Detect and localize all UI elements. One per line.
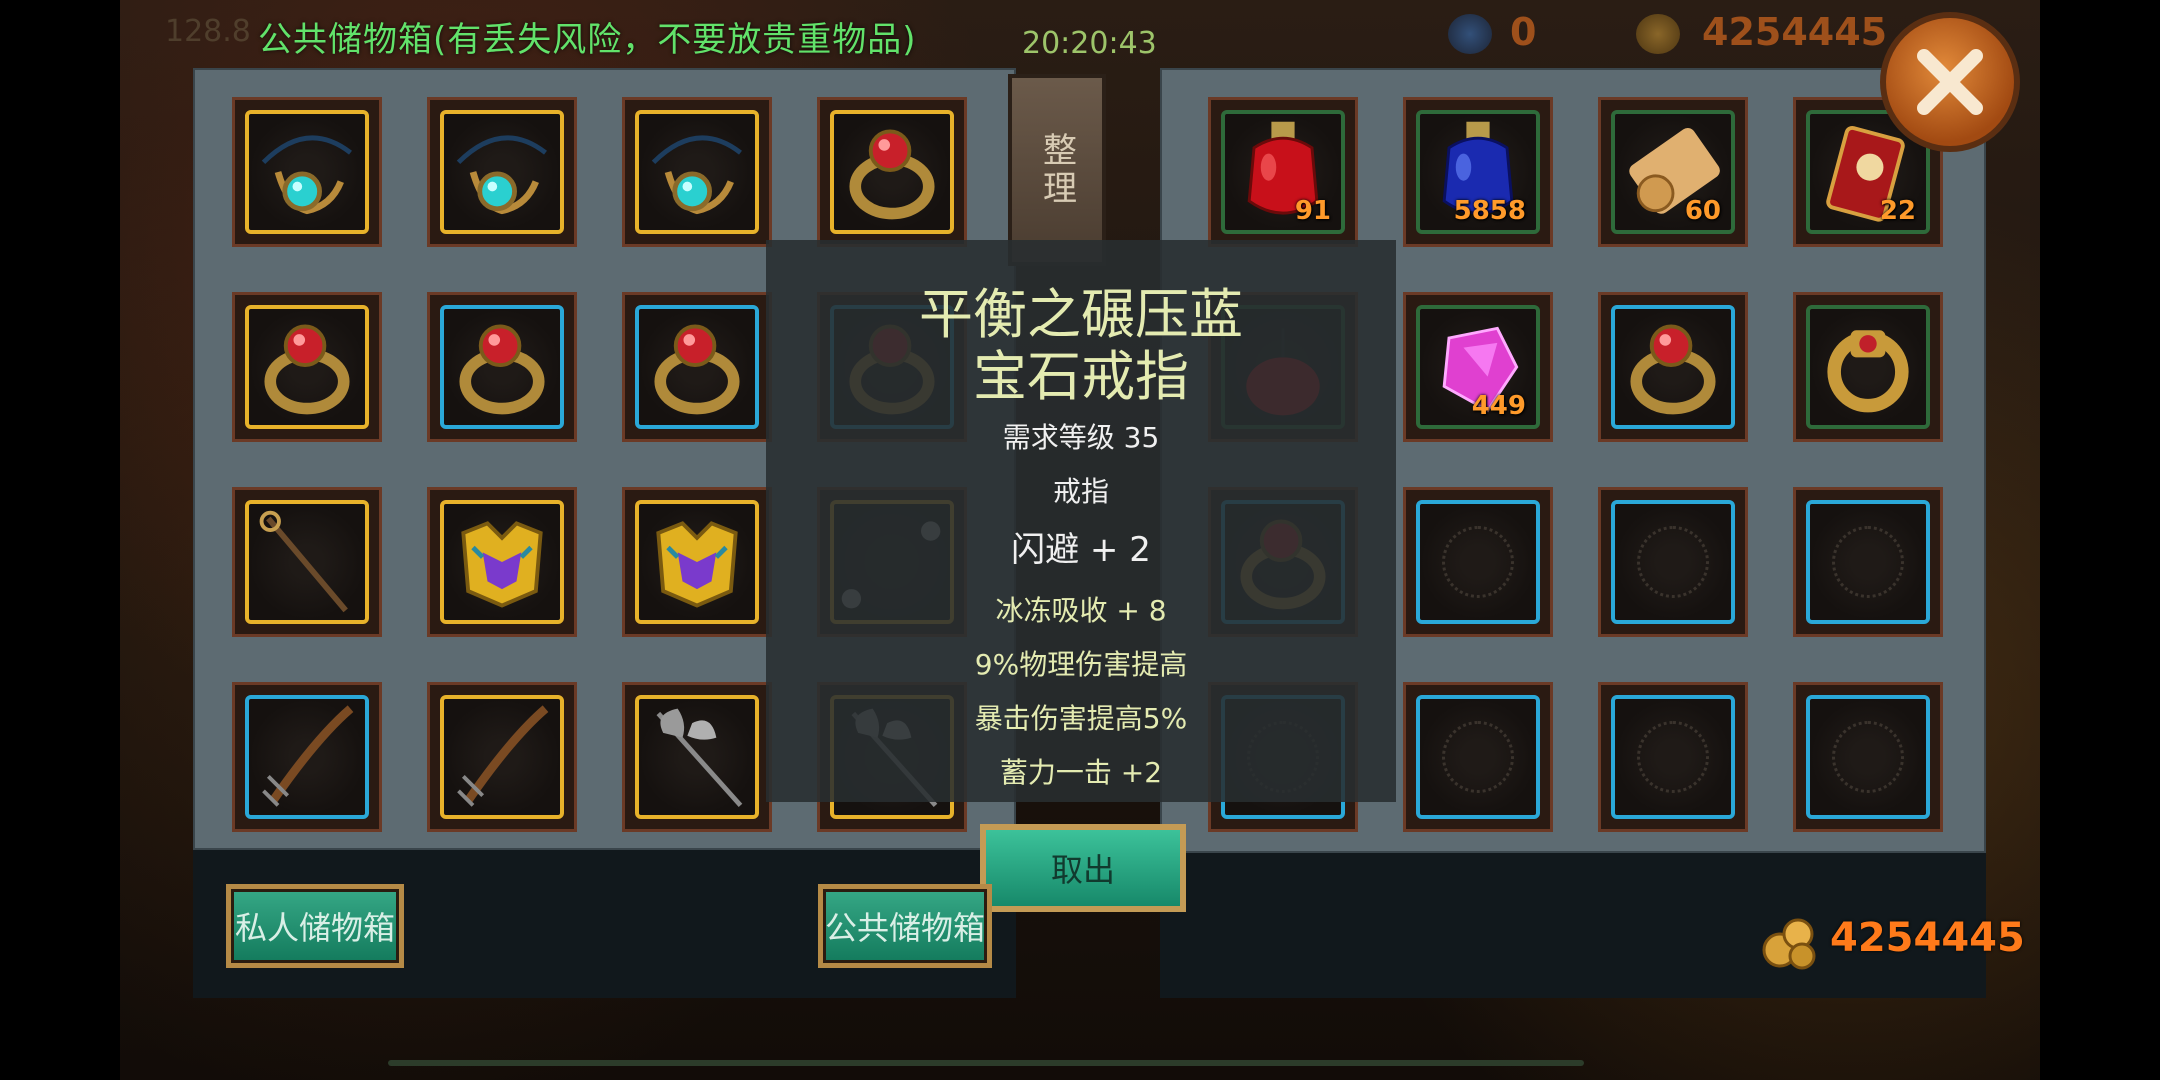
tooltip-main-stat: 闪避 + 2 — [1011, 530, 1151, 570]
storage-slot[interactable] — [427, 682, 577, 832]
item-count: 91 — [1294, 196, 1331, 226]
storage-slot[interactable] — [622, 97, 772, 247]
gem-count: 0 — [1510, 10, 1537, 54]
item-count: 60 — [1684, 196, 1721, 226]
tooltip-stat: 蓄力一击 +2 — [999, 756, 1163, 789]
armor-icon — [656, 521, 738, 608]
ring-icon — [849, 129, 935, 220]
tooltip-type: 戒指 — [1052, 475, 1109, 508]
tooltip-title-line1: 平衡之碾压蓝 — [919, 283, 1243, 346]
ring-icon — [264, 324, 350, 415]
tooltip-title-line2: 宝石戒指 — [973, 345, 1189, 408]
clock: 20:20:43 — [1022, 26, 1157, 61]
take-out-button[interactable]: 取出 — [980, 824, 1186, 912]
staff-icon — [259, 510, 348, 613]
amulet-icon — [456, 135, 547, 215]
bag-slot-empty[interactable] — [1793, 682, 1943, 832]
bag-slot[interactable] — [1793, 292, 1943, 442]
amulet-icon — [261, 135, 352, 215]
bag-slot[interactable]: 60 — [1598, 97, 1748, 247]
ring-icon — [1630, 324, 1716, 415]
axe-icon — [656, 708, 743, 807]
bag-slot-empty[interactable] — [1403, 682, 1553, 832]
tooltip-stat: 暴击伤害提高5% — [974, 702, 1188, 735]
crossbow-icon — [457, 705, 549, 807]
gold-top: 4254445 — [1702, 10, 1888, 54]
close-icon — [1917, 49, 1983, 115]
bag-slot-empty[interactable] — [1793, 487, 1943, 637]
bag-slot[interactable]: 449 — [1403, 292, 1553, 442]
storage-title: 公共储物箱(有丢失风险，不要放贵重物品) — [258, 20, 917, 60]
public-storage-button[interactable]: 公共储物箱 — [818, 884, 992, 968]
bag-slot[interactable]: 91 — [1208, 97, 1358, 247]
bag-slot[interactable] — [1598, 292, 1748, 442]
bag-slot-empty[interactable] — [1598, 682, 1748, 832]
gem-icon — [1448, 14, 1492, 54]
storage-slot[interactable] — [622, 682, 772, 832]
item-count: 5858 — [1453, 196, 1526, 226]
storage-slot[interactable] — [232, 97, 382, 247]
storage-slot[interactable] — [817, 97, 967, 247]
storage-slot[interactable] — [427, 292, 577, 442]
storage-slot[interactable] — [622, 292, 772, 442]
storage-slot[interactable] — [622, 487, 772, 637]
scrollbar[interactable] — [388, 1060, 1584, 1066]
gold-amount: 4254445 — [1830, 915, 2025, 961]
storage-slot[interactable] — [427, 97, 577, 247]
background-hud-number: 128.8 — [165, 14, 251, 49]
close-button[interactable] — [1880, 12, 2020, 152]
ring-icon — [459, 324, 545, 415]
storage-slot[interactable] — [232, 682, 382, 832]
sort-button[interactable]: 整理 — [1008, 74, 1106, 266]
item-count: 449 — [1471, 391, 1526, 421]
tooltip-stat: 冰冻吸收 + 8 — [995, 594, 1167, 627]
storage-slot[interactable] — [232, 292, 382, 442]
gold-coins-icon — [1636, 14, 1680, 54]
storage-slot[interactable] — [232, 487, 382, 637]
bag-slot[interactable]: 5858 — [1403, 97, 1553, 247]
gold-coins-icon — [1762, 918, 1816, 970]
bag-slot-empty[interactable] — [1598, 487, 1748, 637]
storage-slot[interactable] — [427, 487, 577, 637]
armor-icon — [461, 521, 543, 608]
signet-ring-icon — [1827, 330, 1909, 413]
tooltip-level: 需求等级 35 — [1002, 421, 1160, 454]
item-count: 22 — [1879, 196, 1916, 226]
item-tooltip: 平衡之碾压蓝 宝石戒指 需求等级 35 戒指 闪避 + 2 冰冻吸收 + 8 9… — [766, 240, 1396, 802]
tooltip-stat: 9%物理伤害提高 — [974, 648, 1188, 681]
crossbow-icon — [262, 705, 354, 807]
bag-slot-empty[interactable] — [1403, 487, 1553, 637]
private-storage-button[interactable]: 私人储物箱 — [226, 884, 404, 968]
ring-icon — [654, 324, 740, 415]
amulet-icon — [651, 135, 742, 215]
